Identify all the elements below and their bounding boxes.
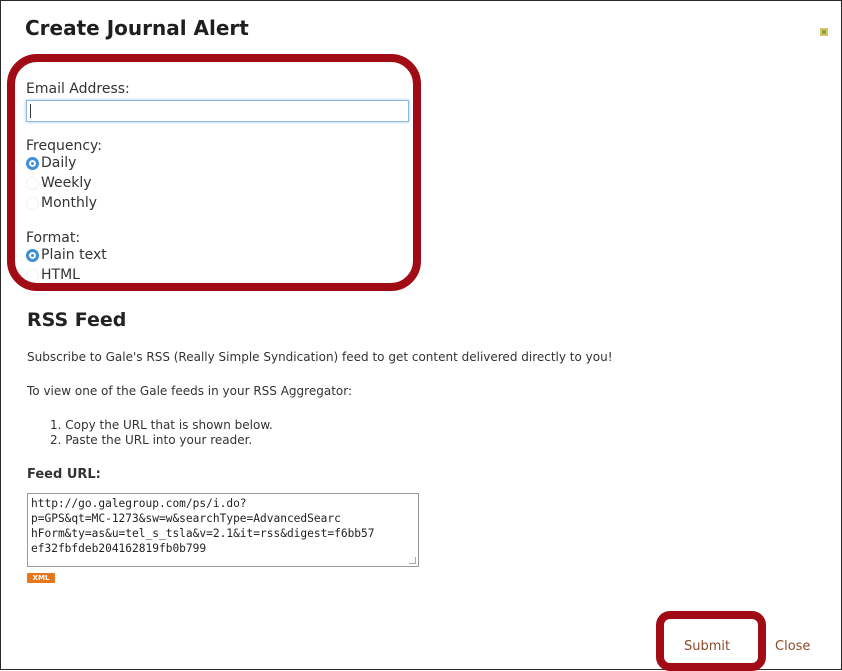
rss-step: 2. Paste the URL into your reader. xyxy=(50,433,253,447)
resize-grip-icon[interactable] xyxy=(409,557,416,564)
xml-feed-icon[interactable]: XML xyxy=(27,573,55,583)
close-button[interactable]: Close xyxy=(775,639,810,654)
rss-intro-text: Subscribe to Gale's RSS (Really Simple S… xyxy=(27,350,613,364)
highlight-box-form-fields xyxy=(7,54,421,291)
submit-button[interactable]: Submit xyxy=(684,639,730,654)
rss-step: 1. Copy the URL that is shown below. xyxy=(50,418,273,432)
resize-icon[interactable] xyxy=(820,28,828,36)
dialog-title: Create Journal Alert xyxy=(25,16,249,40)
feed-url-text: http://go.galegroup.com/ps/i.do? p=GPS&q… xyxy=(31,497,375,555)
rss-instruction-text: To view one of the Gale feeds in your RS… xyxy=(27,384,353,398)
rss-heading: RSS Feed xyxy=(27,309,127,331)
create-journal-alert-dialog: Create Journal Alert Email Address: Freq… xyxy=(0,0,842,671)
feed-url-label: Feed URL: xyxy=(27,467,101,482)
feed-url-textarea[interactable]: http://go.galegroup.com/ps/i.do? p=GPS&q… xyxy=(27,493,419,567)
